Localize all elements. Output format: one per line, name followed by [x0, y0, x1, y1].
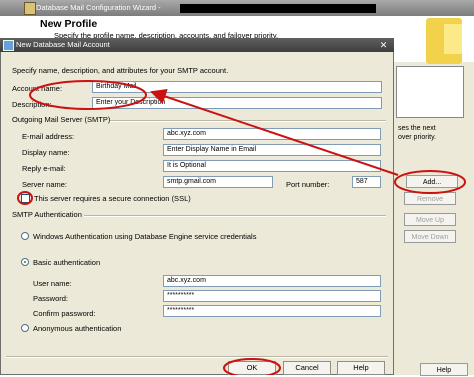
ok-highlight-ellipse — [223, 358, 281, 375]
ssl-highlight-circle — [17, 191, 33, 205]
annotation-arrow — [150, 88, 399, 176]
add-highlight-ellipse — [394, 170, 466, 194]
annotation-overlay — [17, 80, 466, 375]
account-highlight-ellipse — [29, 80, 147, 110]
